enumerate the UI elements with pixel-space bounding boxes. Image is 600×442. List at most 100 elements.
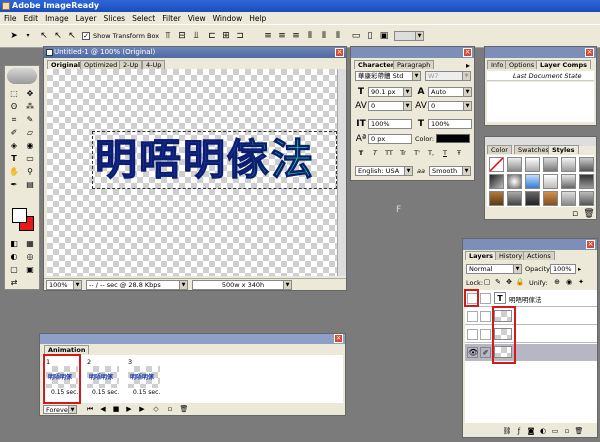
new-style-icon[interactable]: ▫ bbox=[569, 208, 581, 220]
blur-tool-icon[interactable]: ◉ bbox=[24, 140, 36, 151]
loop-dropdown[interactable]: Forever ▼ bbox=[43, 405, 77, 414]
crop-tool-icon[interactable]: ⌗ bbox=[8, 114, 20, 125]
download-speed-dropdown[interactable]: -- / -- sec @ 28.8 Kbps ▼ bbox=[86, 280, 188, 290]
animation-panel-close-button[interactable]: × bbox=[334, 334, 343, 343]
align-center-icon[interactable]: ⊞ bbox=[220, 30, 232, 42]
layer-row-2[interactable] bbox=[465, 326, 597, 343]
style-swatch[interactable] bbox=[561, 174, 576, 189]
style-swatch[interactable] bbox=[579, 191, 594, 206]
next-frame-icon[interactable]: ▶ bbox=[136, 403, 148, 415]
vertical-scale-field[interactable]: 100% bbox=[368, 119, 412, 129]
frame-delay[interactable]: 0.15 sec. bbox=[92, 389, 119, 396]
style-swatch[interactable] bbox=[525, 157, 540, 172]
menu-slices[interactable]: Slices bbox=[104, 14, 126, 23]
new-frame-icon[interactable]: ▫ bbox=[164, 403, 176, 415]
animation-frame-3[interactable]: 3 明唔明傢 0.15 sec. bbox=[127, 358, 161, 398]
show-transform-box-checkbox[interactable]: ✓ bbox=[82, 32, 90, 40]
type-tool-icon[interactable]: T bbox=[8, 153, 20, 164]
marquee-tool-icon[interactable]: ⬚ bbox=[8, 88, 20, 99]
tab-paragraph[interactable]: Paragraph bbox=[393, 60, 435, 69]
font-family-dropdown[interactable]: 華康彩帶體 Std ▼ bbox=[355, 71, 421, 81]
style-swatch[interactable] bbox=[579, 157, 594, 172]
layers-panel-close-button[interactable]: × bbox=[586, 240, 595, 249]
character-panel-close-button[interactable]: × bbox=[463, 48, 472, 57]
lasso-tool-icon[interactable]: ʘ bbox=[8, 101, 20, 112]
tween-icon[interactable]: ◇ bbox=[150, 403, 162, 415]
eye-icon[interactable]: 👁 bbox=[467, 347, 478, 358]
style-swatch[interactable] bbox=[507, 191, 522, 206]
layer-visibility-toggle[interactable] bbox=[467, 311, 478, 322]
tracking-field[interactable]: 0 ▼ bbox=[428, 101, 472, 111]
magic-wand-icon[interactable]: ⁂ bbox=[24, 101, 36, 112]
adjustment-layer-icon[interactable]: ◐ bbox=[537, 425, 549, 437]
distribute-top-icon[interactable]: ≡ bbox=[262, 30, 274, 42]
tab-4-up[interactable]: 4-Up bbox=[142, 60, 166, 69]
rollover-preview-icon[interactable]: ◐ bbox=[8, 251, 20, 262]
style-swatch[interactable] bbox=[525, 191, 540, 206]
layer-mask-icon[interactable]: ◙ bbox=[525, 425, 537, 437]
baseline-shift-field[interactable]: 0 px bbox=[368, 134, 412, 144]
underline-button[interactable]: T bbox=[439, 149, 451, 160]
style-swatch[interactable] bbox=[543, 191, 558, 206]
eyedropper-icon[interactable]: ✒ bbox=[8, 179, 20, 190]
lock-all-icon[interactable]: 🔒 bbox=[514, 276, 526, 288]
match-height-icon[interactable]: ▯ bbox=[364, 30, 376, 42]
superscript-button[interactable]: T' bbox=[411, 149, 423, 160]
font-size-field[interactable]: 90.1 px ▼ bbox=[368, 87, 412, 97]
menu-window[interactable]: Window bbox=[213, 14, 243, 23]
previous-frame-icon[interactable]: ◀ bbox=[97, 403, 109, 415]
toggle-slices-icon[interactable]: ◧ bbox=[8, 238, 20, 249]
layer-link-toggle[interactable] bbox=[480, 293, 491, 304]
info-panel-close-button[interactable]: × bbox=[585, 48, 594, 57]
distribute-center-icon[interactable]: ⦀ bbox=[318, 30, 330, 42]
layer-row-text[interactable]: T 明唔明傢法 bbox=[465, 290, 597, 307]
tab-original[interactable]: Original bbox=[47, 60, 85, 69]
notes-icon[interactable]: ▤ bbox=[24, 179, 36, 190]
menu-image[interactable]: Image bbox=[45, 14, 69, 23]
style-swatch[interactable] bbox=[561, 191, 576, 206]
align-top-icon[interactable]: ⫪ bbox=[162, 30, 174, 42]
image-map-icon[interactable]: ▦ bbox=[24, 238, 36, 249]
align-right-icon[interactable]: ⊐ bbox=[234, 30, 246, 42]
new-layer-icon[interactable]: ▫ bbox=[561, 425, 573, 437]
zoom-tool-icon[interactable]: ⚲ bbox=[24, 166, 36, 177]
leading-field[interactable]: Auto ▼ bbox=[428, 87, 472, 97]
kerning-field[interactable]: 0 ▼ bbox=[368, 101, 412, 111]
horizontal-scale-field[interactable]: 100% bbox=[428, 119, 472, 129]
arrow-icon[interactable]: ↖ bbox=[52, 30, 64, 42]
faux-bold-button[interactable]: T bbox=[355, 149, 367, 160]
tab-character[interactable]: Character bbox=[354, 60, 398, 69]
distribute-bottom-icon[interactable]: ≡ bbox=[290, 30, 302, 42]
new-group-icon[interactable]: ▭ bbox=[549, 425, 561, 437]
layer-link-toggle[interactable] bbox=[480, 329, 491, 340]
tab-history[interactable]: History bbox=[495, 251, 527, 260]
brush-tool-icon[interactable]: ✐ bbox=[8, 127, 20, 138]
tab-layers[interactable]: Layers bbox=[465, 251, 498, 260]
opacity-field[interactable]: 100% bbox=[550, 264, 576, 274]
image-size-dropdown[interactable]: 500w x 340h ▼ bbox=[192, 280, 292, 290]
eraser-tool-icon[interactable]: ▱ bbox=[24, 127, 36, 138]
vertical-scrollbar[interactable] bbox=[337, 69, 346, 276]
style-swatch[interactable] bbox=[507, 174, 522, 189]
align-bottom-icon[interactable]: ⫫ bbox=[190, 30, 202, 42]
paint-bucket-icon[interactable]: ◈ bbox=[8, 140, 20, 151]
foreground-color-swatch[interactable] bbox=[12, 208, 27, 223]
menu-view[interactable]: View bbox=[188, 14, 206, 23]
play-icon[interactable]: ▶ bbox=[123, 403, 135, 415]
trash-icon[interactable]: 🗑 bbox=[583, 208, 595, 220]
layer-link-toggle[interactable] bbox=[480, 311, 491, 322]
strikethrough-button[interactable]: Ŧ bbox=[453, 149, 465, 160]
menu-layer[interactable]: Layer bbox=[76, 14, 97, 23]
layer-row-selected[interactable]: 👁 ✐ bbox=[465, 344, 597, 361]
style-swatch[interactable] bbox=[543, 157, 558, 172]
layer-visibility-toggle[interactable] bbox=[467, 329, 478, 340]
blend-mode-dropdown[interactable]: Normal ▼ bbox=[466, 264, 522, 274]
move-tool-icon[interactable]: ➤ bbox=[8, 30, 20, 42]
unify-style-icon[interactable]: ✦ bbox=[575, 276, 587, 288]
layer-row-1[interactable] bbox=[465, 308, 597, 325]
menu-help[interactable]: Help bbox=[249, 14, 266, 23]
panel-menu-icon[interactable]: ▸ bbox=[466, 61, 470, 70]
small-caps-button[interactable]: Tr bbox=[397, 149, 409, 160]
tab-color[interactable]: Color bbox=[487, 145, 512, 154]
move-tool-icon[interactable]: ✥ bbox=[24, 88, 36, 99]
